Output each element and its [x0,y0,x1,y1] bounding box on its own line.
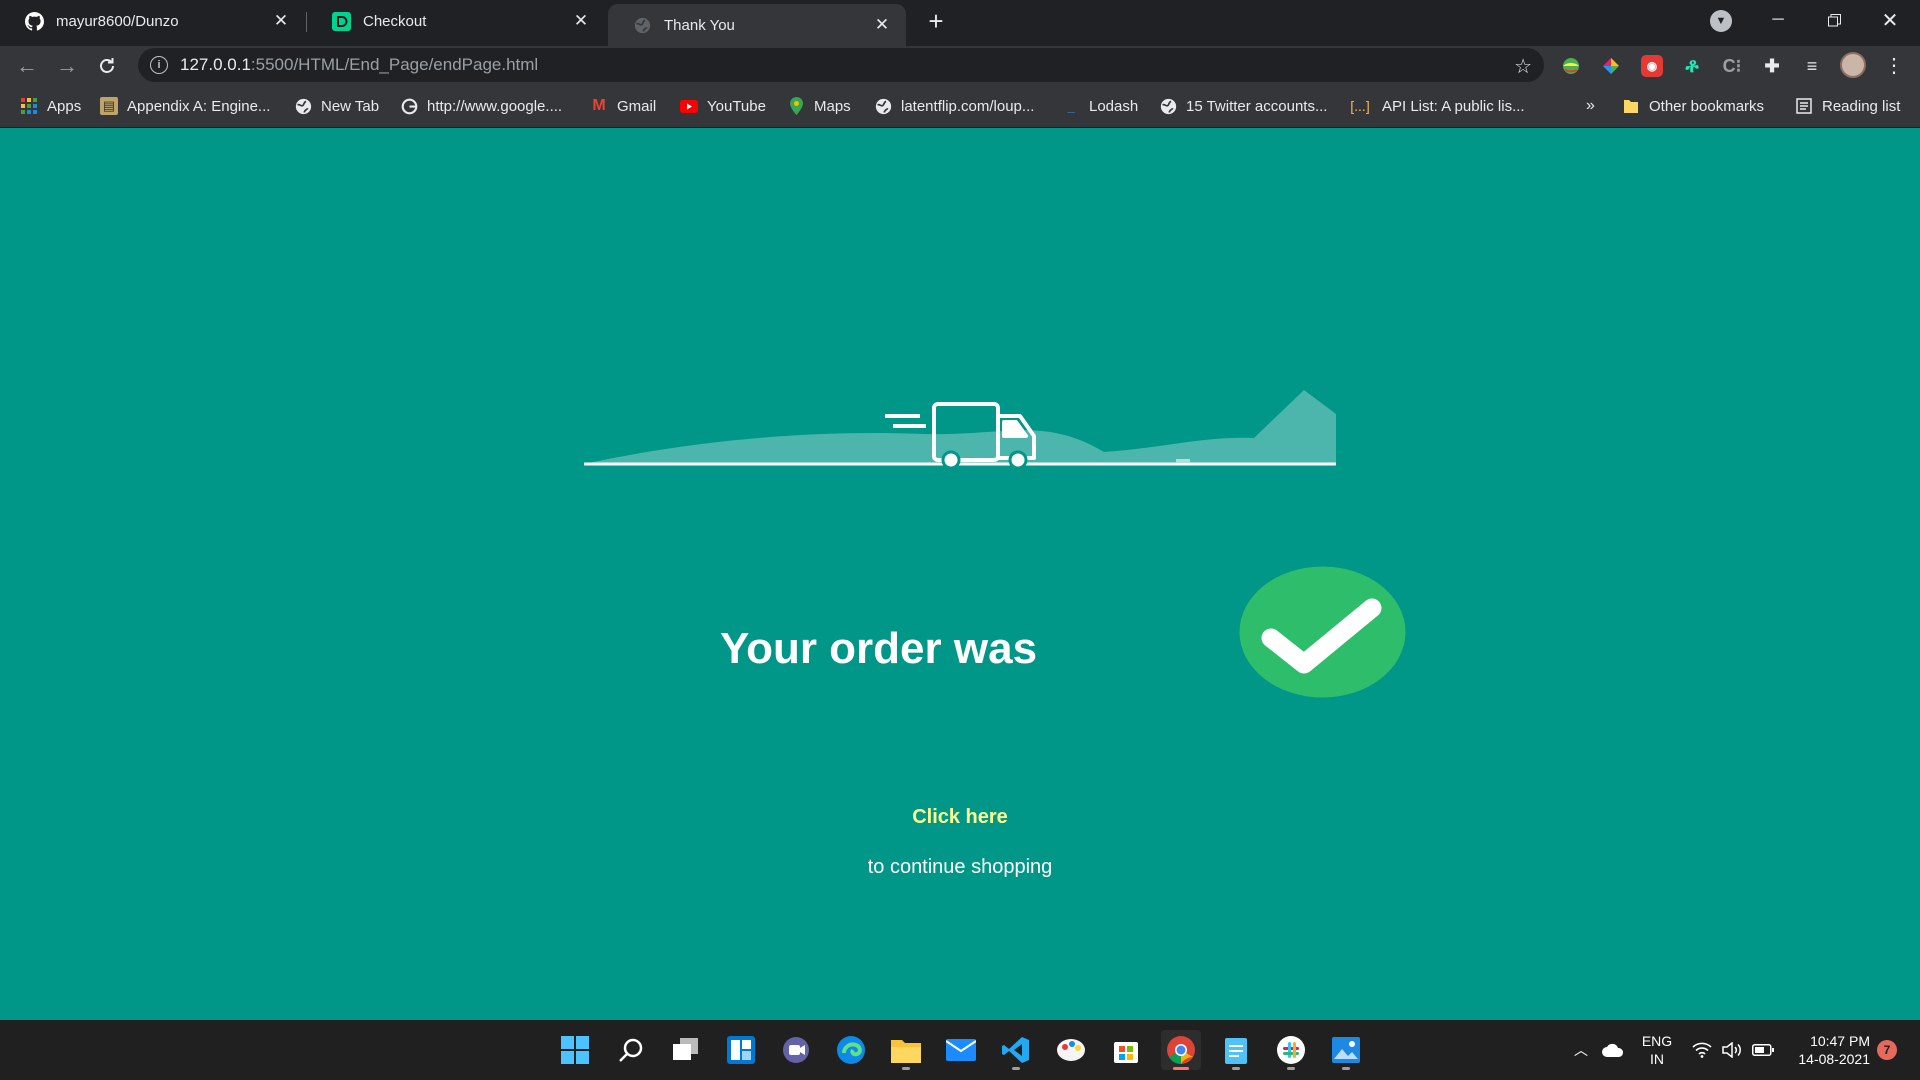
tab-thank-you[interactable]: Thank You ✕ [608,4,906,46]
extension-earth-icon[interactable] [1560,55,1582,77]
battery-icon[interactable] [1752,1020,1774,1080]
close-window-icon[interactable]: ✕ [1862,0,1918,40]
tab-title: Thank You [664,16,735,34]
bookmarks-bar: Apps ▤ Appendix A: Engine... New Tab htt… [0,84,1920,128]
bookmark-twitter-accounts[interactable]: 15 Twitter accounts... [1159,94,1327,118]
continue-shopping-link[interactable]: Click here [0,806,1920,829]
extension-camera-icon[interactable]: ◉ [1641,55,1663,77]
youtube-icon [680,97,698,115]
bookmark-appendix[interactable]: ▤ Appendix A: Engine... [100,94,270,118]
clock[interactable]: 10:47 PM 14-08-2021 [1790,1032,1870,1068]
back-icon[interactable]: ← [12,51,42,81]
slack-icon[interactable] [1271,1030,1311,1070]
restore-icon[interactable] [1806,0,1862,40]
paint-icon[interactable] [1051,1030,1091,1070]
language-indicator[interactable]: ENG IN [1640,1032,1674,1068]
order-status-heading: Your order was [720,624,1038,673]
site-info-icon[interactable]: i [150,56,168,74]
bookmark-google[interactable]: http://www.google.... [400,94,562,118]
book-icon: ▤ [100,97,118,115]
start-icon[interactable] [555,1030,595,1070]
store-icon[interactable] [1106,1030,1146,1070]
globe-icon [1159,97,1177,115]
extension-runner-icon[interactable]: ቶ [1681,55,1703,77]
browser-toolbar: ← → i 127.0.0.1:5500/HTML/End_Page/endPa… [0,46,1920,84]
folder-icon [1622,97,1640,115]
bookmark-new-tab[interactable]: New Tab [294,94,379,118]
vscode-icon[interactable] [996,1030,1036,1070]
maps-icon [787,97,805,115]
gmail-icon: M [592,97,606,114]
bookmark-lodash[interactable]: _ Lodash [1062,94,1138,118]
page-content: Your order was Click here to continue sh… [0,128,1920,1020]
bookmark-apps[interactable]: Apps [20,94,81,118]
close-icon[interactable]: ✕ [870,13,894,37]
close-icon[interactable]: ✕ [569,9,593,33]
brackets-icon: [...] [1350,98,1370,114]
new-tab-button[interactable]: + [922,6,950,36]
bookmarks-overflow-button[interactable]: » [1586,94,1595,118]
media-control-icon[interactable]: ≡ [1801,55,1823,77]
delivery-truck-illustration [584,390,1336,468]
extensions-puzzle-icon[interactable]: ✚ [1761,55,1783,77]
google-icon [400,97,418,115]
volume-icon[interactable] [1722,1020,1744,1080]
dunzo-icon [332,11,351,31]
windows-taskbar: ︿ ENG IN 10:47 PM 14-08-2021 7 [0,1020,1920,1080]
tab-title: mayur8600/Dunzo [56,12,179,30]
underscore-icon: _ [1067,98,1075,114]
url-text: 127.0.0.1:5500/HTML/End_Page/endPage.htm… [180,55,539,74]
widgets-icon[interactable] [721,1030,761,1070]
profile-avatar[interactable] [1840,52,1866,78]
bookmark-latentflip[interactable]: latentflip.com/loup... [874,94,1034,118]
globe-icon [874,97,892,115]
tab-github[interactable]: mayur8600/Dunzo ✕ [0,0,305,42]
bookmark-gmail[interactable]: M Gmail [590,94,656,118]
tab-checkout[interactable]: Checkout ✕ [307,0,605,42]
reading-list-icon [1795,97,1813,115]
onedrive-icon[interactable] [1602,1020,1624,1080]
bookmark-maps[interactable]: Maps [787,94,851,118]
globe-icon [633,16,652,35]
task-view-icon[interactable] [666,1030,706,1070]
teams-chat-icon[interactable] [776,1030,816,1070]
file-explorer-icon[interactable] [886,1030,926,1070]
bookmark-youtube[interactable]: YouTube [680,94,766,118]
tab-title: Checkout [363,12,427,30]
other-bookmarks[interactable]: Other bookmarks [1622,94,1764,118]
github-icon [25,11,44,31]
tab-search-icon[interactable]: ▼ [1710,10,1732,32]
reading-list[interactable]: Reading list [1795,94,1900,118]
globe-icon [294,97,312,115]
photos-icon[interactable] [1326,1030,1366,1070]
edge-icon[interactable] [831,1030,871,1070]
bookmark-api-list[interactable]: [...] API List: A public lis... [1347,94,1524,118]
notepad-icon[interactable] [1216,1030,1256,1070]
checkmark-success-icon [1239,566,1406,698]
address-bar[interactable]: i 127.0.0.1:5500/HTML/End_Page/endPage.h… [138,48,1544,82]
bookmark-star-icon[interactable]: ☆ [1514,54,1532,79]
show-hidden-icons[interactable]: ︿ [1574,1020,1588,1080]
menu-kebab-icon[interactable]: ⋮ [1884,52,1904,78]
close-icon[interactable]: ✕ [269,9,293,33]
mail-icon[interactable] [941,1030,981,1070]
extension-colorpicker-icon[interactable] [1600,55,1622,77]
tab-strip: mayur8600/Dunzo ✕ Checkout ✕ Thank You ✕… [0,0,1920,46]
chrome-icon[interactable] [1161,1030,1201,1070]
wifi-icon[interactable] [1692,1020,1712,1080]
apps-grid-icon [20,97,38,115]
reload-icon[interactable] [92,51,122,81]
forward-icon[interactable]: → [52,51,82,81]
extension-cs-icon[interactable]: C⁝ [1721,55,1743,77]
minimize-icon[interactable]: ─ [1750,0,1806,40]
continue-shopping-text: to continue shopping [867,856,1053,878]
search-icon[interactable] [611,1030,651,1070]
notification-badge[interactable]: 7 [1877,1040,1897,1060]
